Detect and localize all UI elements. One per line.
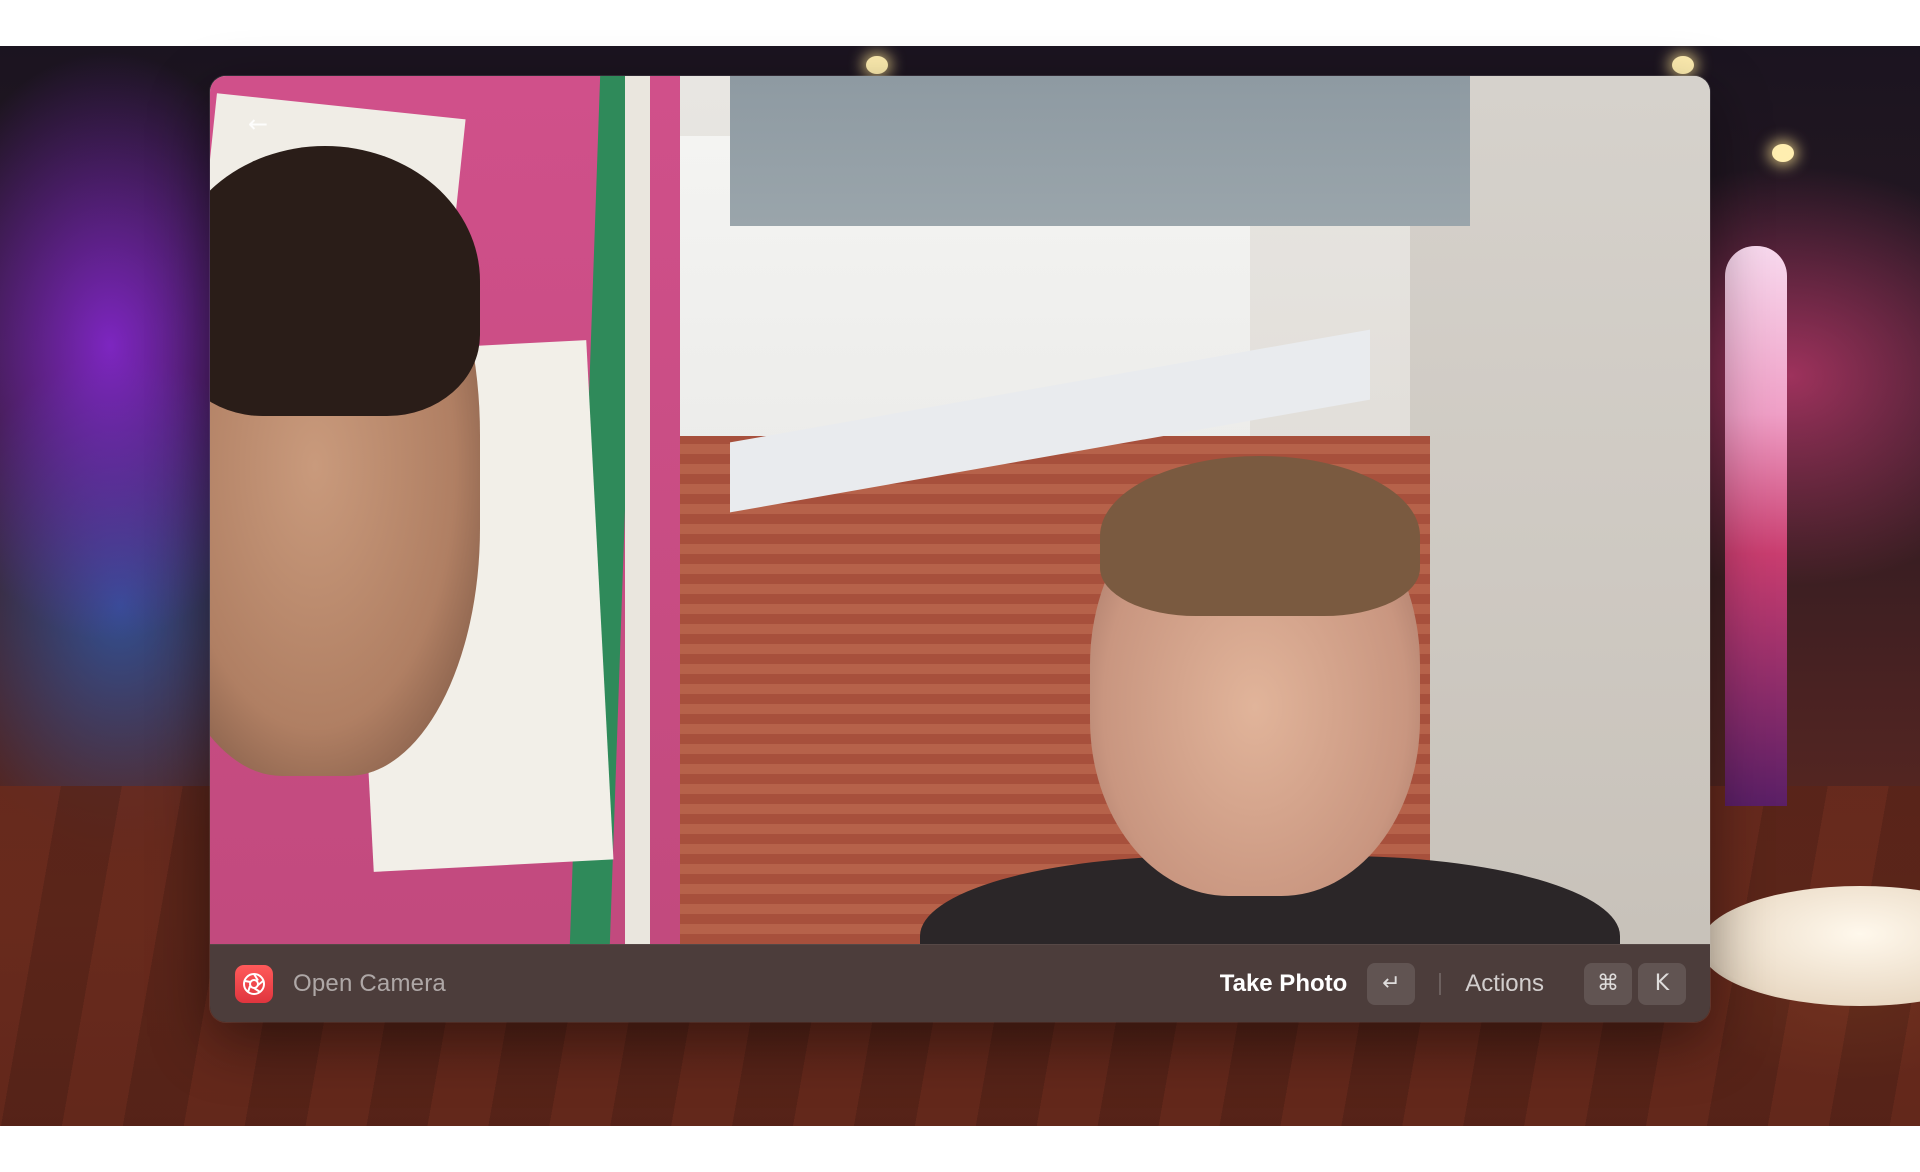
actions-label: Actions xyxy=(1465,969,1544,997)
preview-person-right-hair xyxy=(1100,456,1420,616)
wallpaper-lamp xyxy=(866,56,888,74)
preview-window-blind xyxy=(730,76,1470,226)
action-bar: Open Camera Take Photo ↵ Actions ⌘ K xyxy=(210,944,1710,1022)
return-key-icon: ↵ xyxy=(1367,962,1416,1005)
camera-preview: ← xyxy=(210,76,1710,944)
k-key: K xyxy=(1638,962,1686,1005)
separator xyxy=(1439,972,1442,995)
app-title: Open Camera xyxy=(293,969,446,997)
preview-window-frame xyxy=(625,76,650,944)
wallpaper-lamp xyxy=(1672,56,1694,74)
camera-window: ← Open Camera Take Photo ↵ Actions ⌘ K xyxy=(210,76,1710,1022)
wallpaper-pillar xyxy=(1725,246,1787,806)
command-key-icon: ⌘ xyxy=(1584,962,1632,1005)
screen: ← Open Camera Take Photo ↵ Actions ⌘ K xyxy=(0,0,1920,1172)
wallpaper-lamp xyxy=(1772,144,1794,162)
back-arrow-icon[interactable]: ← xyxy=(248,112,268,136)
take-photo-label: Take Photo xyxy=(1219,969,1348,997)
take-photo-button[interactable]: Take Photo ↵ xyxy=(1219,962,1416,1005)
camera-aperture-icon xyxy=(235,964,273,1003)
actions-button[interactable]: Actions ⌘ K xyxy=(1465,962,1686,1005)
